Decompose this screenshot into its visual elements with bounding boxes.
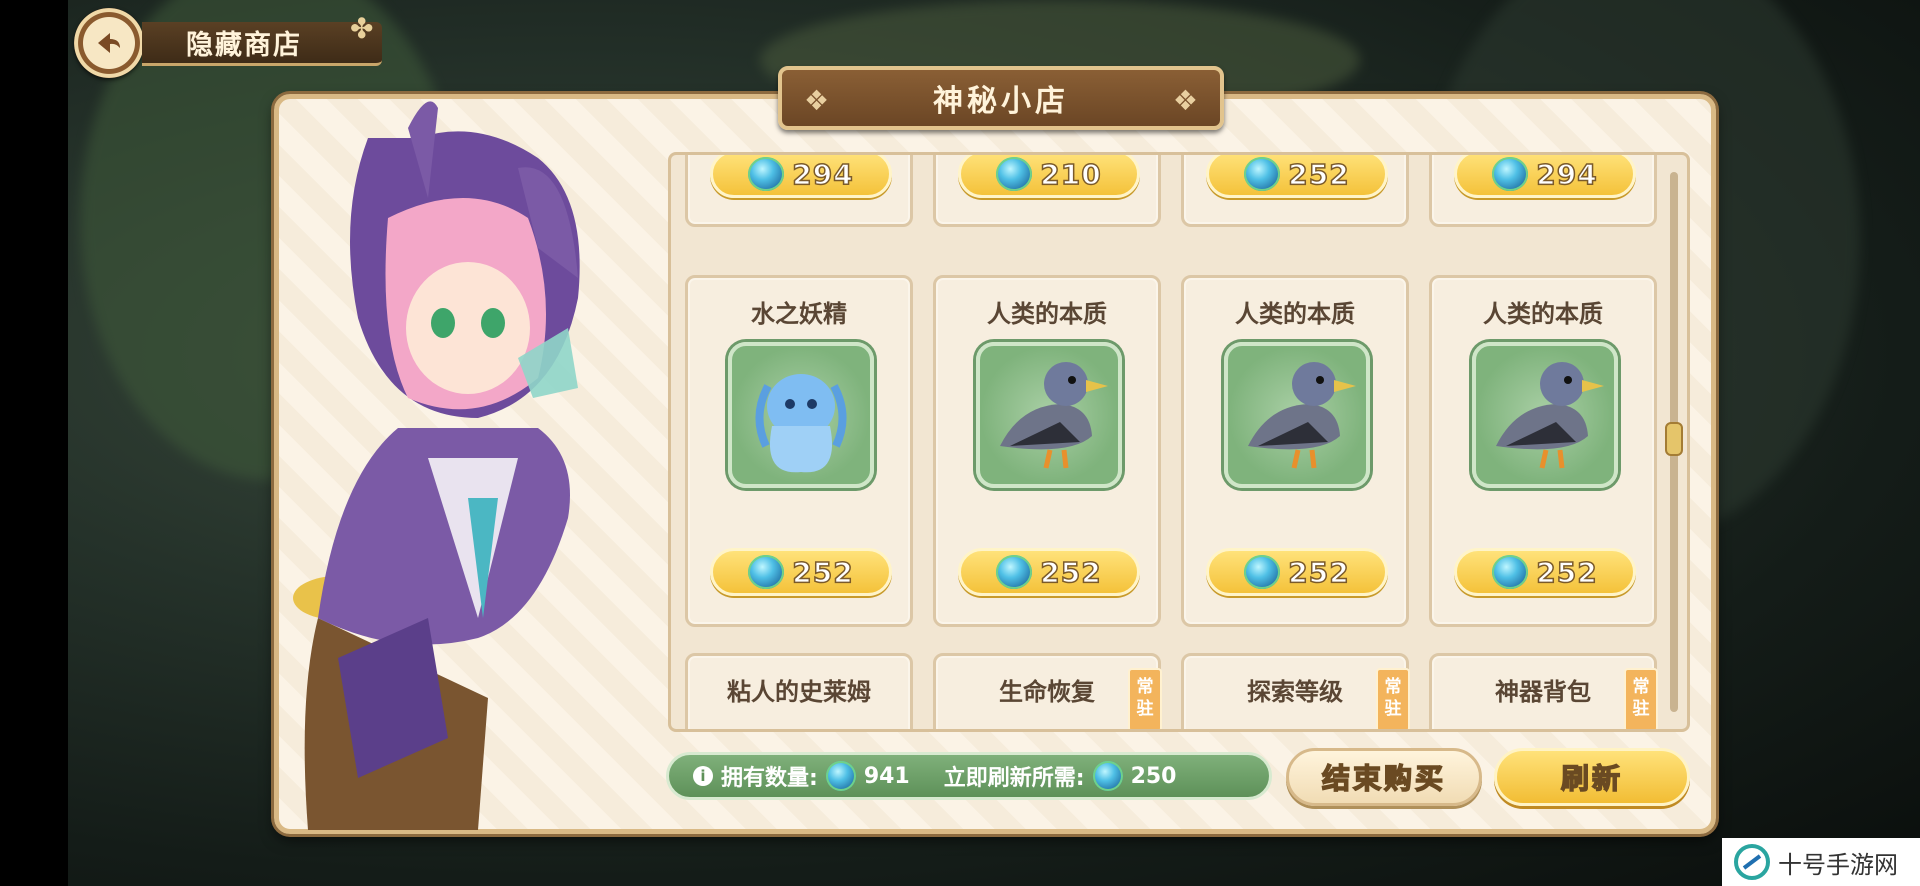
- end-purchase-button[interactable]: 结束购买: [1286, 748, 1482, 806]
- watermark-logo-icon: [1734, 844, 1770, 880]
- back-arrow-icon: [98, 33, 120, 53]
- price-pill[interactable]: 294: [710, 155, 892, 198]
- permanent-tag: 常驻: [1128, 668, 1162, 729]
- shop-item-card[interactable]: 探索等级 常驻: [1181, 653, 1410, 729]
- shop-item-card[interactable]: 252: [1181, 155, 1409, 227]
- currency-info-bar: i 拥有数量: 941 立即刷新所需: 250: [666, 752, 1272, 800]
- item-name: 人类的本质: [1483, 300, 1603, 328]
- item-name: 人类的本质: [1235, 300, 1355, 328]
- grid-scrollbar[interactable]: [1665, 172, 1683, 712]
- pigeon-icon: [1224, 342, 1370, 488]
- refresh-cost-value: 250: [1130, 763, 1177, 789]
- clover-icon: ✤: [350, 12, 374, 45]
- crystal-currency-icon: [1492, 555, 1529, 589]
- shop-item-card[interactable]: 人类的本质 252: [1181, 275, 1409, 627]
- water-fairy-icon: [728, 342, 874, 488]
- item-name: 人类的本质: [987, 300, 1107, 328]
- shop-item-card[interactable]: 生命恢复 常驻: [933, 653, 1162, 729]
- crystal-currency-icon: [748, 555, 785, 589]
- shop-item-card[interactable]: 294: [685, 155, 913, 227]
- crystal-currency-icon: [748, 157, 785, 191]
- back-button[interactable]: [74, 8, 144, 78]
- price-pill[interactable]: 252: [958, 548, 1140, 596]
- pigeon-icon: [1472, 342, 1618, 488]
- owned-label: 拥有数量:: [721, 766, 818, 791]
- item-name: 水之妖精: [751, 300, 847, 328]
- price-pill[interactable]: 252: [1454, 548, 1636, 596]
- price-value: 294: [1536, 157, 1598, 192]
- item-grid: 294 210 252 294 水之妖精 252 人类的本质 252 人类的本质…: [668, 152, 1690, 732]
- shop-item-card[interactable]: 粘人的史莱姆: [685, 653, 913, 729]
- permanent-tag: 常驻: [1376, 668, 1410, 729]
- price-value: 252: [1288, 555, 1350, 590]
- shop-item-card[interactable]: 人类的本质 252: [933, 275, 1161, 627]
- item-name: 神器背包: [1495, 678, 1591, 706]
- game-scene: 隐藏商店 ✤ ❖ 神秘小店 ❖ 294 210 252 294 水之妖精 252…: [0, 0, 1920, 886]
- scrollbar-thumb[interactable]: [1665, 422, 1683, 456]
- header-plate: 隐藏商店: [142, 22, 382, 66]
- shop-title-banner: ❖ 神秘小店 ❖: [778, 66, 1224, 130]
- owned-value: 941: [863, 763, 910, 789]
- item-name: 生命恢复: [999, 678, 1095, 706]
- price-pill[interactable]: 210: [958, 155, 1140, 198]
- price-pill[interactable]: 252: [710, 548, 892, 596]
- watermark-text: 十号手游网: [1778, 850, 1898, 879]
- info-icon[interactable]: i: [693, 766, 713, 786]
- crystal-currency-icon: [1492, 157, 1529, 191]
- shop-item-card[interactable]: 294: [1429, 155, 1657, 227]
- shop-item-card[interactable]: 人类的本质 252: [1429, 275, 1657, 627]
- price-value: 252: [1288, 157, 1350, 192]
- price-value: 252: [1040, 555, 1102, 590]
- shopkeeper-character: [293, 101, 580, 830]
- item-name: 粘人的史莱姆: [727, 678, 871, 706]
- price-pill[interactable]: 252: [1206, 548, 1388, 596]
- price-value: 252: [792, 555, 854, 590]
- permanent-tag: 常驻: [1624, 668, 1658, 729]
- watermark: 十号手游网: [1722, 838, 1920, 886]
- item-name: 探索等级: [1247, 678, 1343, 706]
- refresh-button[interactable]: 刷新: [1494, 748, 1690, 806]
- crystal-currency-icon: [996, 157, 1033, 191]
- pigeon-icon: [976, 342, 1122, 488]
- shop-title: 神秘小店: [933, 84, 1069, 119]
- page-title: 隐藏商店: [186, 30, 302, 61]
- refresh-cost-label: 立即刷新所需:: [943, 766, 1085, 791]
- ornament-left-icon: ❖: [804, 84, 830, 117]
- shop-item-card[interactable]: 210: [933, 155, 1161, 227]
- letterbox-left: [0, 0, 68, 886]
- price-pill[interactable]: 294: [1454, 155, 1636, 198]
- price-value: 210: [1040, 157, 1102, 192]
- shop-item-card[interactable]: 神器背包 常驻: [1429, 653, 1658, 729]
- crystal-currency-icon: [1244, 555, 1281, 589]
- crystal-currency-icon: [1244, 157, 1281, 191]
- price-pill[interactable]: 252: [1206, 155, 1388, 198]
- crystal-currency-icon: [1092, 761, 1123, 791]
- crystal-currency-icon: [996, 555, 1033, 589]
- crystal-currency-icon: [825, 761, 856, 791]
- price-value: 294: [792, 157, 854, 192]
- price-value: 252: [1536, 555, 1598, 590]
- shop-item-card[interactable]: 水之妖精 252: [685, 275, 913, 627]
- ornament-right-icon: ❖: [1172, 84, 1198, 117]
